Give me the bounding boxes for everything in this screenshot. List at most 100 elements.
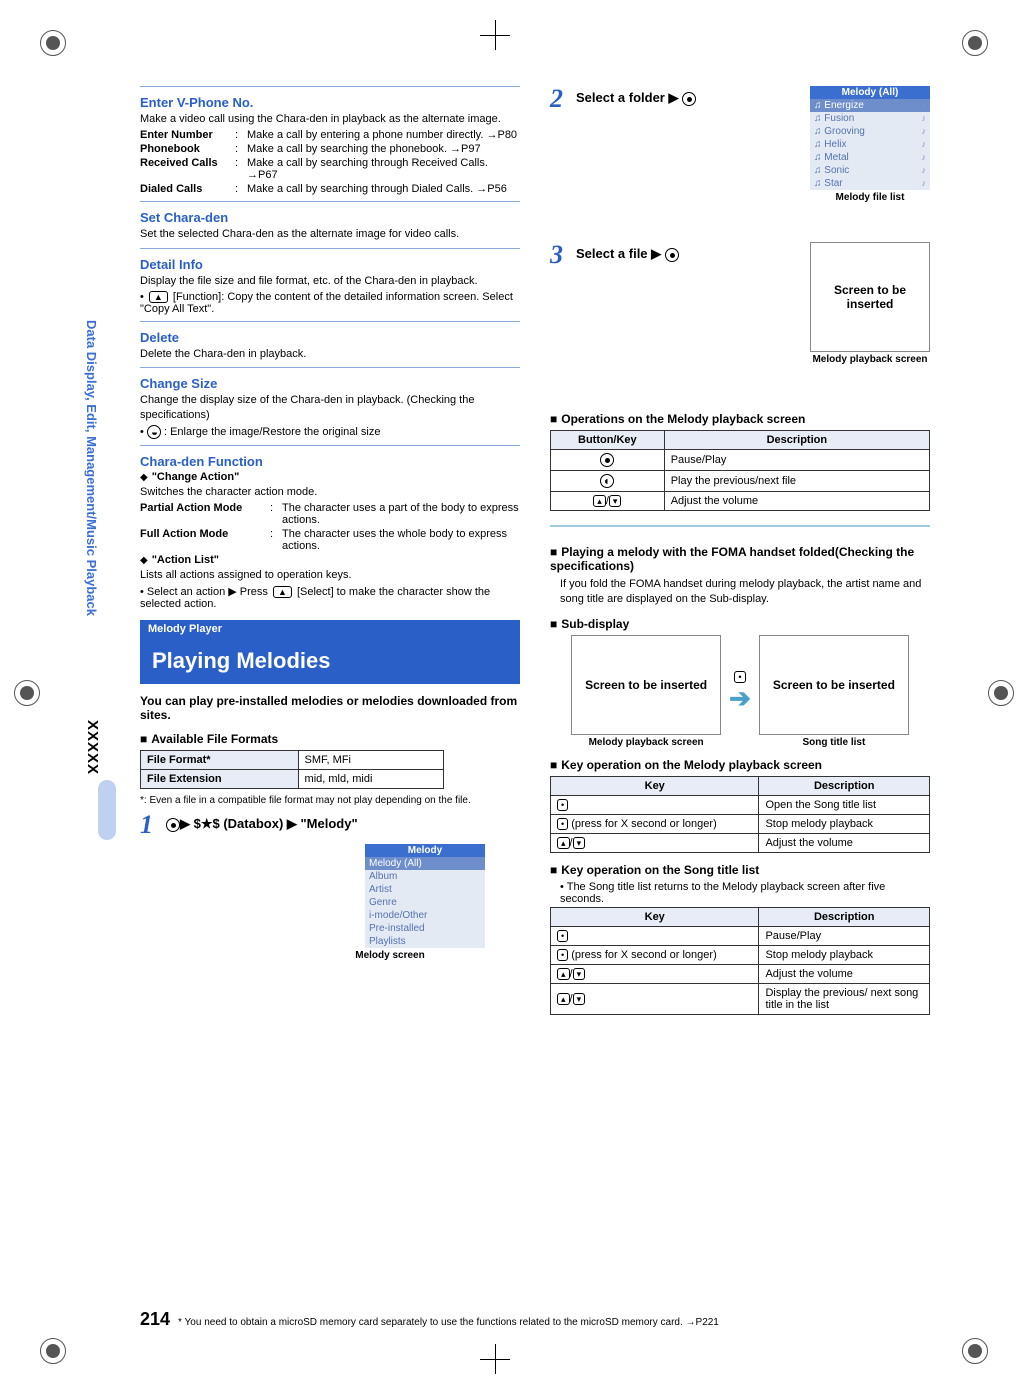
melody-file-list-screen: Melody (All) ♫ Energize♪ ♫ Fusion♪ ♫ Gro… (810, 86, 930, 190)
list-item: ♫ Metal♪ (810, 151, 930, 164)
avail-formats-head: Available File Formats (140, 732, 520, 746)
side-down-key-icon: ▾ (573, 993, 586, 1005)
action-list-bullet-t1: Select an action ▶ Press (147, 586, 271, 598)
side-key-icon: • (557, 949, 568, 961)
vphone-row: Received Calls:Make a call by searching … (140, 157, 520, 181)
ops-th-desc: Description (664, 431, 929, 450)
left-column: Enter V-Phone No. Make a video call usin… (140, 80, 520, 1015)
vphone-row: Phonebook:Make a call by searching the p… (140, 143, 520, 155)
keyop-desc: Open the Song title list (759, 795, 930, 814)
menu-item: Playlists (365, 935, 485, 948)
heading-vphone: Enter V-Phone No. (140, 95, 520, 110)
reg-mark-tr (962, 30, 988, 56)
side-key-icon: • (557, 818, 568, 830)
change-action-desc: Switches the character action mode. (140, 485, 520, 500)
heading-charafn: Chara-den Function (140, 454, 520, 469)
function-key-icon: ▲ (149, 291, 168, 303)
melody-menu-title: Melody (365, 844, 485, 857)
fold-desc: If you fold the FOMA handset during melo… (560, 577, 930, 607)
reg-mark-tl (40, 30, 66, 56)
heading-delete: Delete (140, 330, 520, 345)
reg-mark-ml (14, 680, 40, 706)
bullet-dot: • (140, 291, 144, 303)
keyop-key-suffix: (press for X second or longer) (571, 949, 717, 961)
detail-bullet-text: [Function]: Copy the content of the deta… (140, 291, 513, 315)
keyop-desc: Adjust the volume (759, 833, 930, 852)
list-item: ♫ Fusion♪ (810, 112, 930, 125)
subdisp-heading: Sub-display (550, 617, 930, 631)
step-2-number: 2 (550, 86, 570, 112)
ops-th-key: Button/Key (551, 431, 665, 450)
keyop-th-desc: Description (759, 908, 930, 927)
melody-list-caption: Melody file list (810, 192, 930, 203)
melody-list-title: Melody (All) (810, 86, 930, 99)
melody-menu-caption: Melody screen (330, 950, 450, 961)
heading-setchara: Set Chara-den (140, 210, 520, 225)
playback-screen-placeholder: Screen to be inserted (810, 242, 930, 352)
changesize-desc: Change the display size of the Chara-den… (140, 393, 520, 423)
fileformat-label: File Format* (141, 750, 299, 769)
side-up-key-icon: ▴ (557, 837, 570, 849)
reg-mark-br (962, 1338, 988, 1364)
subdisp-playback-caption: Melody playback screen (571, 737, 721, 748)
menu-item: i-mode/Other (365, 909, 485, 922)
side-up-key-icon: ▴ (557, 968, 570, 980)
heading-detail: Detail Info (140, 257, 520, 272)
keyop-th-key: Key (551, 908, 759, 927)
setchara-desc: Set the selected Chara-den as the altern… (140, 227, 520, 242)
subdisp-playback-placeholder: Screen to be inserted (571, 635, 721, 735)
right-column: Melody (All) ♫ Energize♪ ♫ Fusion♪ ♫ Gro… (550, 80, 930, 1015)
side-subcode-label: XXXXX (84, 720, 101, 775)
melody-menu-screen: Melody Melody (All) Album Artist Genre i… (365, 844, 485, 948)
reg-mark-mr (988, 680, 1014, 706)
side-key-icon: • (734, 671, 745, 683)
action-list-sub: "Action List" (140, 554, 520, 566)
step-1-text: ▶ $★$ (Databox) ▶ "Melody" (166, 812, 358, 832)
list-item: ♫ Sonic♪ (810, 164, 930, 177)
file-format-table: File Format*SMF, MFi File Extensionmid, … (140, 750, 444, 789)
list-item: ♫ Energize♪ (810, 99, 930, 112)
side-down-key-icon: ▾ (573, 837, 586, 849)
keyop1-table: KeyDescription • Open the Song title list… (550, 776, 930, 853)
list-item: ♫ Helix♪ (810, 138, 930, 151)
detail-desc: Display the file size and file format, e… (140, 274, 520, 289)
crop-mark-top (480, 20, 510, 50)
keyop-th-desc: Description (759, 776, 930, 795)
select-key-icon: ▲ (273, 586, 292, 598)
feature-bar: Melody Player (140, 620, 520, 638)
keyop-desc: Stop melody playback (759, 814, 930, 833)
changesize-bullet: • : Enlarge the image/Restore the origin… (140, 425, 520, 439)
keyop1-heading: Key operation on the Melody playback scr… (550, 758, 930, 772)
side-key-icon: • (557, 930, 568, 942)
keyop-th-key: Key (551, 776, 759, 795)
step-3-number: 3 (550, 242, 570, 268)
side-down-key-icon: ▾ (609, 495, 622, 507)
ops-desc: Pause/Play (664, 450, 929, 471)
fileext-value: mid, mld, midi (298, 769, 443, 788)
heading-changesize: Change Size (140, 376, 520, 391)
menu-item: Album (365, 870, 485, 883)
list-item: ♫ Star♪ (810, 177, 930, 190)
keyop-desc: Display the previous/ next song title in… (759, 984, 930, 1015)
vphone-row: Dialed Calls:Make a call by searching th… (140, 183, 520, 195)
menu-item: Artist (365, 883, 485, 896)
delete-desc: Delete the Chara-den in playback. (140, 347, 520, 362)
center-key-icon (682, 92, 696, 106)
keyop-desc: Adjust the volume (759, 965, 930, 984)
side-down-key-icon: ▾ (573, 968, 586, 980)
feature-lead: You can play pre-installed melodies or m… (140, 694, 520, 722)
fileext-label: File Extension (141, 769, 299, 788)
keyop-key-suffix: (press for X second or longer) (571, 818, 717, 830)
changesize-bullet-text: : Enlarge the image/Restore the original… (164, 426, 380, 438)
subdisp-songlist-caption: Song title list (759, 737, 909, 748)
fileformat-value: SMF, MFi (298, 750, 443, 769)
arrow-right-icon: ➔ (729, 683, 751, 713)
crop-mark-bottom (480, 1344, 510, 1374)
charafn-row: Partial Action Mode:The character uses a… (140, 502, 520, 526)
keyop-desc: Stop melody playback (759, 946, 930, 965)
side-key-icon: • (557, 799, 568, 811)
menu-item: Melody (All) (365, 857, 485, 870)
side-tab-pill (98, 780, 116, 840)
ops-table: Button/KeyDescription Pause/Play Play th… (550, 430, 930, 511)
feature-title: Playing Melodies (140, 638, 520, 684)
